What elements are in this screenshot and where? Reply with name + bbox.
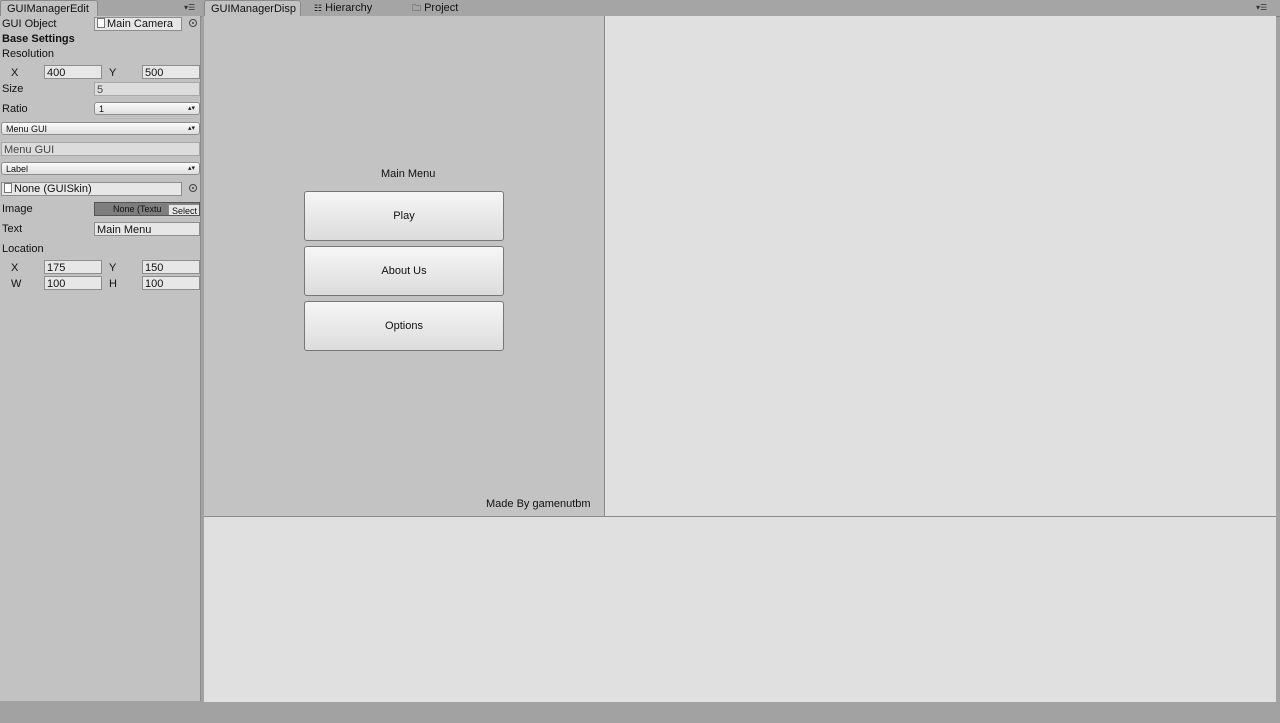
bottom-view-panel: [204, 516, 1276, 702]
ratio-dropdown[interactable]: 1 ▴▾: [94, 102, 200, 115]
object-picker-icon[interactable]: [189, 19, 197, 27]
element-type-value: Label: [6, 164, 29, 174]
base-settings-heading: Base Settings: [2, 33, 75, 45]
location-label: Location: [2, 243, 44, 255]
image-label: Image: [2, 203, 33, 215]
tab-gui-manager-edit[interactable]: GUIManagerEdit: [0, 0, 98, 16]
loc-y-label: Y: [109, 262, 117, 274]
res-x-label: X: [11, 67, 19, 79]
gui-group-name-input[interactable]: Menu GUI: [1, 142, 200, 156]
gui-skin-value: None (GUISkin): [14, 183, 92, 195]
resolution-label: Resolution: [2, 48, 54, 60]
tab-hierarchy[interactable]: ☷ Hierarchy: [308, 0, 398, 16]
loc-x-input[interactable]: 175: [44, 260, 102, 274]
size-input[interactable]: 5: [94, 82, 200, 96]
loc-w-label: W: [11, 278, 22, 290]
gui-group-value: Menu GUI: [6, 124, 48, 134]
element-type-dropdown[interactable]: Label ▴▾: [1, 162, 200, 175]
size-label: Size: [2, 83, 24, 95]
menu-title: Main Menu: [381, 168, 436, 180]
tab-label: Project: [424, 2, 459, 14]
gui-object-value: Main Camera: [107, 18, 174, 30]
loc-h-input[interactable]: 100: [142, 276, 200, 290]
loc-x-label: X: [11, 262, 19, 274]
options-button[interactable]: Options: [304, 301, 504, 351]
hierarchy-icon: ☷: [314, 3, 323, 13]
tab-project[interactable]: 🗀 Project: [406, 0, 486, 16]
credits-label: Made By gamenutbm: [486, 498, 591, 510]
dropdown-arrow-icon: ▴▾: [187, 125, 195, 132]
folder-icon: 🗀: [412, 3, 422, 13]
tab-label: Hierarchy: [325, 2, 373, 14]
dropdown-arrow-icon: ▴▾: [187, 105, 195, 112]
tab-menu-icon[interactable]: ▾☰: [1256, 3, 1267, 12]
gui-manager-display-panel: Main Menu Play About Us Options Made By …: [204, 16, 605, 516]
image-select-button[interactable]: Select: [168, 204, 199, 215]
res-x-input[interactable]: 400: [44, 65, 102, 79]
tab-gui-manager-display[interactable]: GUIManagerDisp: [204, 0, 301, 16]
tab-menu-icon[interactable]: ▾☰: [184, 3, 195, 12]
gui-manager-editor-panel: GUI Object Main Camera Base Settings Res…: [0, 16, 201, 701]
right-tab-bar: GUIManagerDisp ☷ Hierarchy 🗀 Project ▾☰: [204, 0, 1280, 17]
image-texture-field[interactable]: None (Textu Select: [94, 202, 200, 216]
empty-view-panel: [605, 16, 1276, 516]
tab-label: GUIManagerEdit: [7, 3, 89, 15]
dropdown-arrow-icon: ▴▾: [187, 165, 195, 172]
text-label: Text: [2, 223, 23, 235]
ratio-label: Ratio: [2, 103, 28, 115]
left-tab-bar: GUIManagerEdit ▾☰: [0, 0, 202, 17]
loc-h-label: H: [109, 278, 117, 290]
res-y-label: Y: [109, 67, 117, 79]
tab-label: GUIManagerDisp: [211, 3, 296, 15]
about-us-button[interactable]: About Us: [304, 246, 504, 296]
loc-w-input[interactable]: 100: [44, 276, 102, 290]
image-value: None (Textu: [113, 204, 162, 214]
gui-object-field[interactable]: Main Camera: [94, 17, 182, 31]
res-y-input[interactable]: 500: [142, 65, 200, 79]
ratio-value: 1: [99, 104, 105, 114]
object-icon: [97, 18, 105, 28]
play-button[interactable]: Play: [304, 191, 504, 241]
text-input[interactable]: Main Menu: [94, 222, 200, 236]
gui-object-label: GUI Object: [2, 18, 57, 30]
object-picker-icon[interactable]: [189, 184, 197, 192]
object-icon: [4, 183, 12, 193]
loc-y-input[interactable]: 150: [142, 260, 200, 274]
gui-group-dropdown[interactable]: Menu GUI ▴▾: [1, 122, 200, 135]
gui-skin-field[interactable]: None (GUISkin): [1, 182, 182, 196]
